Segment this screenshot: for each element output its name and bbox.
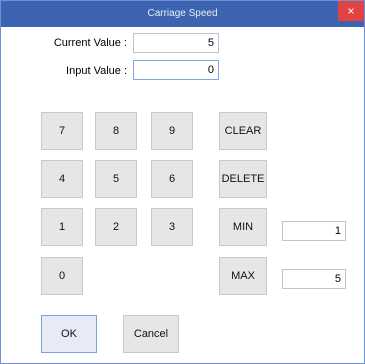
keypad-4-button[interactable]: 4 [41,160,83,198]
clear-button[interactable]: CLEAR [219,112,267,150]
keypad-2-button[interactable]: 2 [95,208,137,246]
dialog-window: Carriage Speed × Current Value : 5 Input… [0,0,365,364]
keypad-1-button[interactable]: 1 [41,208,83,246]
max-value-field[interactable]: 5 [282,269,346,289]
current-value-field: 5 [133,33,219,53]
keypad-7-button[interactable]: 7 [41,112,83,150]
delete-button[interactable]: DELETE [219,160,267,198]
cancel-button[interactable]: Cancel [123,315,179,353]
keypad-6-button[interactable]: 6 [151,160,193,198]
keypad-8-button[interactable]: 8 [95,112,137,150]
min-value-field[interactable]: 1 [282,221,346,241]
keypad-0-button[interactable]: 0 [41,257,83,295]
keypad-3-button[interactable]: 3 [151,208,193,246]
current-value-label: Current Value : [53,37,127,49]
ok-button[interactable]: OK [41,315,97,353]
min-button[interactable]: MIN [219,208,267,246]
input-value-field[interactable]: 0 [133,60,219,80]
max-button[interactable]: MAX [219,257,267,295]
input-value-label: Input Value : [66,65,127,77]
window-title: Carriage Speed [147,8,218,19]
title-bar[interactable]: Carriage Speed × [1,1,364,27]
keypad-5-button[interactable]: 5 [95,160,137,198]
keypad-9-button[interactable]: 9 [151,112,193,150]
close-icon[interactable]: × [338,1,364,21]
